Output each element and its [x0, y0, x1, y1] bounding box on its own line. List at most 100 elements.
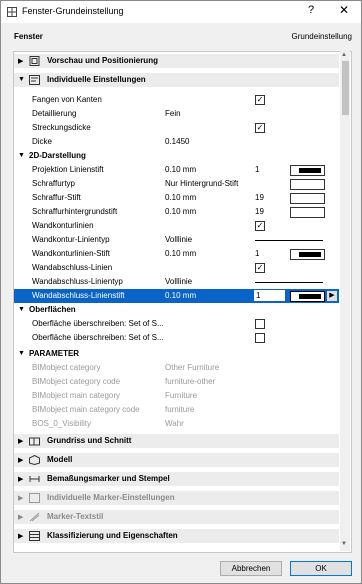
oberflaeche-checkbox[interactable] [255, 319, 265, 329]
prop-wandabschluss-linienstift-selected[interactable]: Wandabschluss-Linienstift 0.10 mm 1 ▶ [14, 289, 339, 303]
section-label: Individuelle Marker-Einstellungen [47, 493, 175, 502]
section-label: Vorschau und Positionierung [47, 56, 158, 65]
streckungsdicke-checkbox[interactable]: ✓ [255, 123, 265, 133]
param-row: BIMobject main category code furniture [14, 403, 339, 417]
section-label: Grundriss und Schnitt [47, 436, 132, 445]
pen-swatch[interactable] [290, 165, 325, 176]
expand-arrow-icon: ▶ [18, 514, 24, 521]
group-parameter[interactable]: ▼ PARAMETER [14, 347, 339, 361]
prop-detaillierung[interactable]: Detaillierung Fein [14, 107, 339, 121]
section-marker-einstellungen: ▶ Individuelle Marker-Einstellungen [14, 491, 339, 505]
param-label: BIMobject main category [32, 391, 121, 400]
object-type-label: Fenster [14, 32, 43, 41]
cancel-button[interactable]: Abbrechen [220, 561, 282, 576]
wandabschluss-checkbox[interactable]: ✓ [255, 263, 265, 273]
pen-number-input[interactable]: 1 [254, 290, 285, 301]
pen-number[interactable]: 19 [255, 207, 264, 216]
ok-button[interactable]: OK [290, 561, 352, 576]
prop-dicke[interactable]: Dicke 0.1450 [14, 135, 339, 149]
expand-arrow-icon[interactable]: ▶ [18, 57, 23, 65]
prop-wandabschluss-linientyp[interactable]: Wandabschluss-Linientyp Volllinie [14, 275, 339, 289]
collapse-arrow-icon[interactable]: ▼ [18, 76, 25, 83]
section-individuelle[interactable]: ▼ Individuelle Einstellungen [14, 73, 339, 87]
pen-swatch[interactable] [290, 291, 325, 302]
help-button[interactable]: ? [308, 4, 314, 16]
settings-header: Fenster Grundeinstellung [1, 27, 361, 45]
expand-arrow-icon[interactable]: ▶ [18, 437, 23, 445]
prop-value[interactable]: Volllinie [165, 277, 192, 286]
prop-value: 0.10 mm [165, 165, 197, 174]
collapse-arrow-icon[interactable]: ▼ [18, 306, 25, 313]
param-value: furniture-other [165, 377, 216, 386]
scroll-down-icon[interactable]: ▼ [341, 541, 347, 547]
param-value: furniture [165, 405, 195, 414]
prop-value[interactable]: Fein [165, 109, 181, 118]
group-label: PARAMETER [29, 349, 80, 358]
param-label: BIMobject category [32, 363, 101, 372]
prop-label: Wandkonturlinien [32, 221, 94, 230]
prop-wandkonturlinien[interactable]: Wandkonturlinien ✓ [14, 219, 339, 233]
prop-fangen[interactable]: Fangen von Kanten ✓ [14, 93, 339, 107]
pen-swatch[interactable] [290, 249, 325, 260]
section-modell[interactable]: ▶ Modell [14, 453, 339, 467]
prop-value[interactable]: Volllinie [165, 235, 192, 244]
vertical-scrollbar[interactable]: ▲ ▼ [340, 51, 350, 551]
fill-swatch[interactable] [290, 179, 325, 190]
expand-arrow-icon: ▶ [18, 495, 24, 502]
group-label: Oberflächen [29, 305, 76, 314]
prop-label: Projektion Linienstift [32, 165, 104, 174]
wandkontur-checkbox[interactable]: ✓ [255, 221, 265, 231]
prop-label: Schraffurhintergrundstift [32, 207, 118, 216]
window-icon [7, 7, 17, 17]
section-label: Klassifizierung und Eigenschaften [47, 531, 178, 540]
section-vorschau[interactable]: ▶ Vorschau und Positionierung [14, 54, 339, 68]
group-oberflaechen[interactable]: ▼ Oberflächen [14, 303, 339, 317]
prop-label: Wandabschluss-Linientyp [32, 277, 123, 286]
dimension-marker-icon [29, 476, 40, 482]
collapse-arrow-icon[interactable]: ▼ [18, 350, 25, 357]
prop-wandabschluss-linien[interactable]: Wandabschluss-Linien ✓ [14, 261, 339, 275]
expand-arrow-icon[interactable]: ▶ [18, 532, 23, 540]
section-grundriss[interactable]: ▶ Grundriss und Schnitt [14, 434, 339, 448]
close-button[interactable]: ✕ [339, 3, 349, 17]
pen-picker-arrow-icon[interactable]: ▶ [327, 291, 337, 301]
window-title: Fenster-Grundeinstellung [22, 6, 124, 16]
section-bemassung[interactable]: ▶ Bemaßungsmarker und Stempel [14, 472, 339, 486]
pen-swatch[interactable] [290, 193, 325, 204]
pen-number[interactable]: 19 [255, 193, 264, 202]
pen-number[interactable]: 1 [255, 165, 259, 174]
prop-label: Wandabschluss-Linien [32, 263, 113, 272]
section-label: Bemaßungsmarker und Stempel [47, 474, 170, 483]
prop-label: Schraffurtyp [32, 179, 75, 188]
param-row: BIMobject category Other Furniture [14, 361, 339, 375]
prop-label: Fangen von Kanten [32, 95, 102, 104]
prop-oberflaeche-2[interactable]: Oberfläche überschreiben: Set of S... [14, 331, 339, 345]
prop-label: Detaillierung [32, 109, 77, 118]
scroll-up-icon[interactable]: ▲ [341, 52, 347, 58]
group-2d-darstellung[interactable]: ▼ 2D-Darstellung [14, 149, 339, 163]
prop-oberflaeche-1[interactable]: Oberfläche überschreiben: Set of S... [14, 317, 339, 331]
collapse-arrow-icon[interactable]: ▼ [18, 152, 25, 159]
expand-arrow-icon[interactable]: ▶ [18, 456, 23, 464]
prop-schraffurtyp[interactable]: Schraffurtyp Nur Hintergrund-Stift [14, 177, 339, 191]
fangen-checkbox[interactable]: ✓ [255, 95, 265, 105]
prop-wandkonturlinien-stift[interactable]: Wandkonturlinien-Stift 0.10 mm 1 [14, 247, 339, 261]
scrollbar-thumb[interactable] [342, 61, 349, 115]
prop-schraffur-stift[interactable]: Schraffur-Stift 0.10 mm 19 [14, 191, 339, 205]
prop-label: Schraffur-Stift [32, 193, 81, 202]
param-row: BIMobject main category Furniture [14, 389, 339, 403]
prop-projektion-linienstift[interactable]: Projektion Linienstift 0.10 mm 1 [14, 163, 339, 177]
pen-number[interactable]: 1 [255, 249, 259, 258]
pen-swatch[interactable] [290, 207, 325, 218]
prop-value[interactable]: Nur Hintergrund-Stift [165, 179, 238, 188]
prop-label: Wandkontur-Linientyp [32, 235, 110, 244]
section-klassifizierung[interactable]: ▶ Klassifizierung und Eigenschaften [14, 529, 339, 543]
expand-arrow-icon[interactable]: ▶ [18, 475, 23, 483]
prop-streckungsdicke[interactable]: Streckungsdicke ✓ [14, 121, 339, 135]
oberflaeche-checkbox[interactable] [255, 333, 265, 343]
model-icon [29, 455, 40, 465]
prop-schraffurhintergrundstift[interactable]: Schraffurhintergrundstift 0.10 mm 19 [14, 205, 339, 219]
prop-wandkontur-linientyp[interactable]: Wandkontur-Linientyp Volllinie [14, 233, 339, 247]
prop-value[interactable]: 0.1450 [165, 137, 189, 146]
section-label: Modell [47, 455, 73, 464]
